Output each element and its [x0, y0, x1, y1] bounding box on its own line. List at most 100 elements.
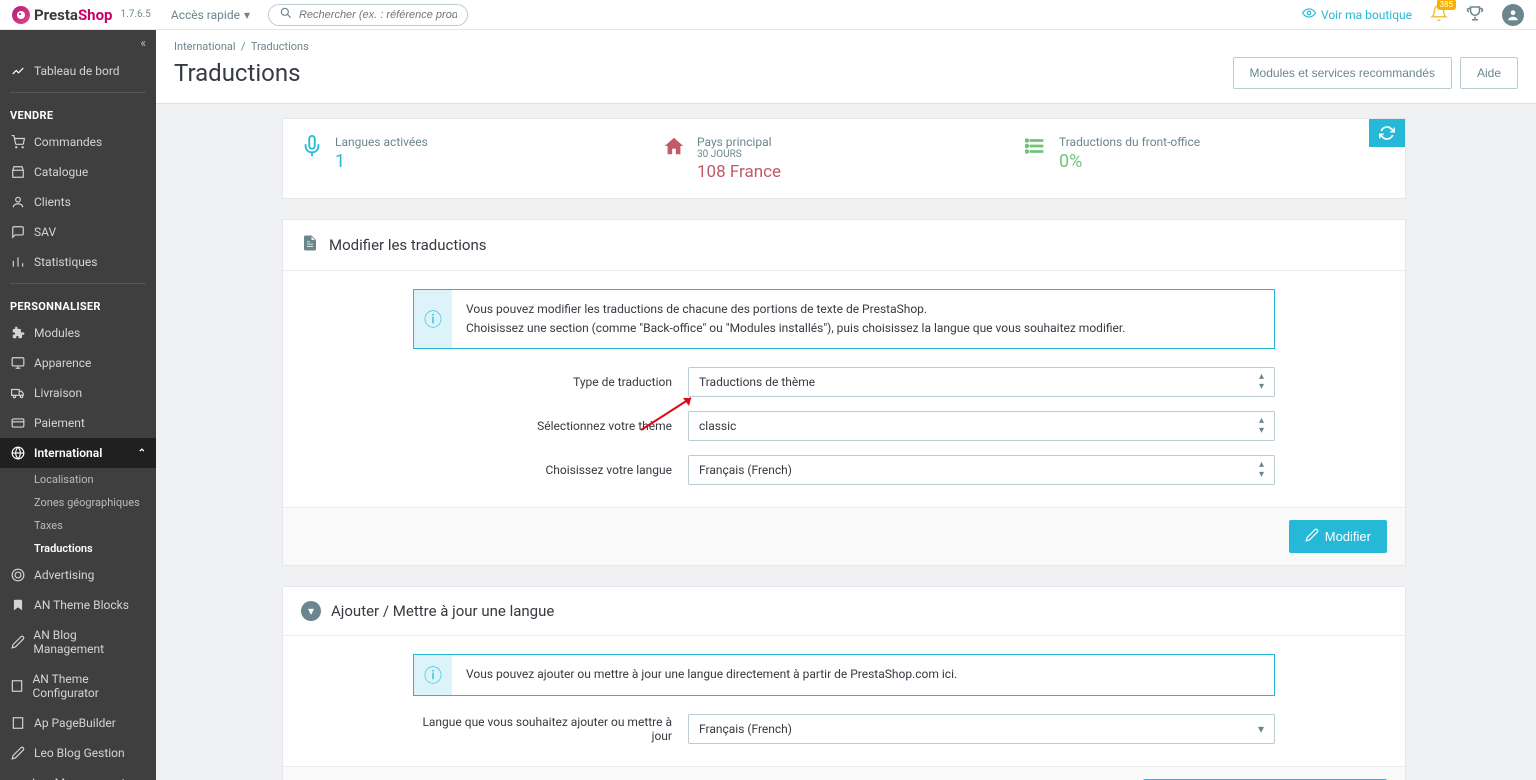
user-avatar[interactable] [1502, 4, 1524, 26]
sidebar-item-label: Leo Management Feature [32, 776, 146, 780]
dropdown-add-language[interactable]: Français (French) ▾ [688, 714, 1275, 744]
select-language[interactable]: Français (French) ▴▾ [688, 455, 1275, 485]
recommended-modules-button[interactable]: Modules et services recommandés [1233, 57, 1452, 89]
sidebar-item-livraison[interactable]: Livraison [0, 378, 156, 408]
quick-access-menu[interactable]: Accès rapide ▾ [171, 8, 250, 22]
sidebar-item-catalogue[interactable]: Catalogue [0, 157, 156, 187]
sidebar-item-label: Commandes [34, 135, 102, 149]
sidebar-item-modules[interactable]: Modules [0, 318, 156, 348]
sidebar-item-advertising[interactable]: Advertising [0, 560, 156, 590]
stat-trans-label: Traductions du front-office [1059, 135, 1200, 149]
view-shop-label: Voir ma boutique [1321, 8, 1412, 22]
sidebar-subitem-taxes[interactable]: Taxes [34, 514, 156, 537]
card-title: Modifier les traductions [329, 236, 486, 254]
info-icon: ⓘ [414, 655, 452, 694]
sidebar-item-an-theme-config[interactable]: AN Theme Configurator [0, 664, 156, 708]
cart-icon [10, 135, 26, 149]
sidebar-item-label: AN Theme Blocks [34, 598, 129, 612]
puzzle-icon [10, 326, 26, 340]
sidebar-item-label: Clients [34, 195, 71, 209]
monitor-icon [10, 356, 26, 370]
main-content: International / Traductions Traductions … [156, 30, 1536, 780]
trending-icon [10, 64, 26, 78]
page-title: Traductions [174, 59, 301, 87]
sidebar-subitem-localisation[interactable]: Localisation [34, 468, 156, 491]
sidebar-subitem-traductions[interactable]: Traductions [34, 537, 156, 560]
select-value: Traductions de thème [699, 375, 815, 389]
sidebar-item-label: AN Theme Configurator [32, 672, 146, 700]
label-translation-type: Type de traduction [413, 375, 688, 389]
label-language: Choisissez votre langue [413, 463, 688, 477]
dropdown-value: Français (French) [699, 722, 792, 736]
search-icon [279, 6, 293, 24]
sidebar-item-commandes[interactable]: Commandes [0, 127, 156, 157]
caret-icon: ▴▾ [1259, 416, 1264, 436]
view-shop-link[interactable]: Voir ma boutique [1302, 6, 1412, 23]
sidebar-item-label: Advertising [34, 568, 94, 582]
globe-icon [10, 446, 26, 460]
breadcrumb-current: Traductions [251, 40, 309, 53]
sidebar: « Tableau de bord VENDRE Commandes Catal… [0, 30, 156, 780]
caret-icon: ▴▾ [1259, 460, 1264, 480]
select-theme[interactable]: classic ▴▾ [688, 411, 1275, 441]
search-box[interactable] [268, 4, 468, 26]
breadcrumb-link[interactable]: International [174, 40, 236, 53]
pencil-icon [10, 635, 25, 649]
logo-text: PrestaShop [34, 6, 112, 24]
list-icon [1025, 135, 1047, 182]
caret-icon: ▴▾ [1259, 372, 1264, 392]
sidebar-item-an-theme-blocks[interactable]: AN Theme Blocks [0, 590, 156, 620]
sidebar-item-international[interactable]: International⌃ [0, 438, 156, 468]
sidebar-item-leo-blog[interactable]: Leo Blog Gestion [0, 738, 156, 768]
document-icon [301, 234, 319, 256]
chevron-down-icon: ▾ [244, 8, 250, 22]
select-value: Français (French) [699, 463, 792, 477]
sidebar-item-leo-mgmt[interactable]: Leo Management Feature [0, 768, 156, 780]
logo[interactable]: PrestaShop 1.7.6.5 [12, 6, 151, 24]
trophy-icon[interactable] [1466, 4, 1484, 26]
refresh-button[interactable] [1369, 119, 1405, 147]
sidebar-item-an-blog[interactable]: AN Blog Management [0, 620, 156, 664]
sidebar-item-label: Ap PageBuilder [34, 716, 116, 730]
stats-icon [10, 255, 26, 269]
truck-icon [10, 386, 26, 400]
sidebar-submenu: Localisation Zones géographiques Taxes T… [0, 468, 156, 560]
chevron-down-icon: ▾ [1258, 722, 1264, 736]
sidebar-item-label: SAV [34, 225, 56, 239]
label-theme: Sélectionnez votre thème [413, 419, 688, 433]
sidebar-section-vendre: VENDRE [0, 99, 156, 127]
sidebar-item-dashboard[interactable]: Tableau de bord [0, 56, 156, 86]
help-button[interactable]: Aide [1460, 57, 1518, 89]
sidebar-item-clients[interactable]: Clients [0, 187, 156, 217]
notifications-button[interactable]: 385 [1430, 4, 1448, 26]
pencil-icon [1305, 528, 1319, 545]
sidebar-item-label: Paiement [34, 416, 85, 430]
stats-panel: Langues activées 1 Pays principal 30 JOU… [282, 118, 1406, 199]
user-icon [10, 195, 26, 209]
stat-lang-value: 1 [335, 151, 428, 172]
version-label: 1.7.6.5 [120, 9, 150, 20]
info-text: Vous pouvez ajouter ou mettre à jour une… [452, 655, 971, 694]
sidebar-item-ap-builder[interactable]: Ap PageBuilder [0, 708, 156, 738]
search-input[interactable] [299, 9, 457, 21]
sidebar-item-label: Livraison [34, 386, 82, 400]
select-translation-type[interactable]: Traductions de thème ▴▾ [688, 367, 1275, 397]
stat-lang-label: Langues activées [335, 135, 428, 149]
card-icon [10, 416, 26, 430]
sidebar-item-sav[interactable]: SAV [0, 217, 156, 247]
sidebar-item-paiement[interactable]: Paiement [0, 408, 156, 438]
sidebar-item-apparence[interactable]: Apparence [0, 348, 156, 378]
page-icon [10, 679, 24, 693]
collapse-toggle-icon[interactable]: ▾ [301, 601, 321, 621]
top-bar: PrestaShop 1.7.6.5 Accès rapide ▾ Voir m… [0, 0, 1536, 30]
sidebar-collapse-button[interactable]: « [0, 30, 156, 56]
card-add-update-language: ▾ Ajouter / Mettre à jour une langue ⓘ V… [282, 586, 1406, 780]
sidebar-item-label: Catalogue [34, 165, 88, 179]
info-line2: Choisissez une section (comme "Back-offi… [466, 319, 1125, 338]
info-icon: ⓘ [414, 290, 452, 348]
sidebar-subitem-zones[interactable]: Zones géographiques [34, 491, 156, 514]
sidebar-item-statistiques[interactable]: Statistiques [0, 247, 156, 277]
modify-button[interactable]: Modifier [1289, 520, 1387, 553]
select-value: classic [699, 419, 736, 433]
quick-access-label: Accès rapide [171, 8, 240, 22]
